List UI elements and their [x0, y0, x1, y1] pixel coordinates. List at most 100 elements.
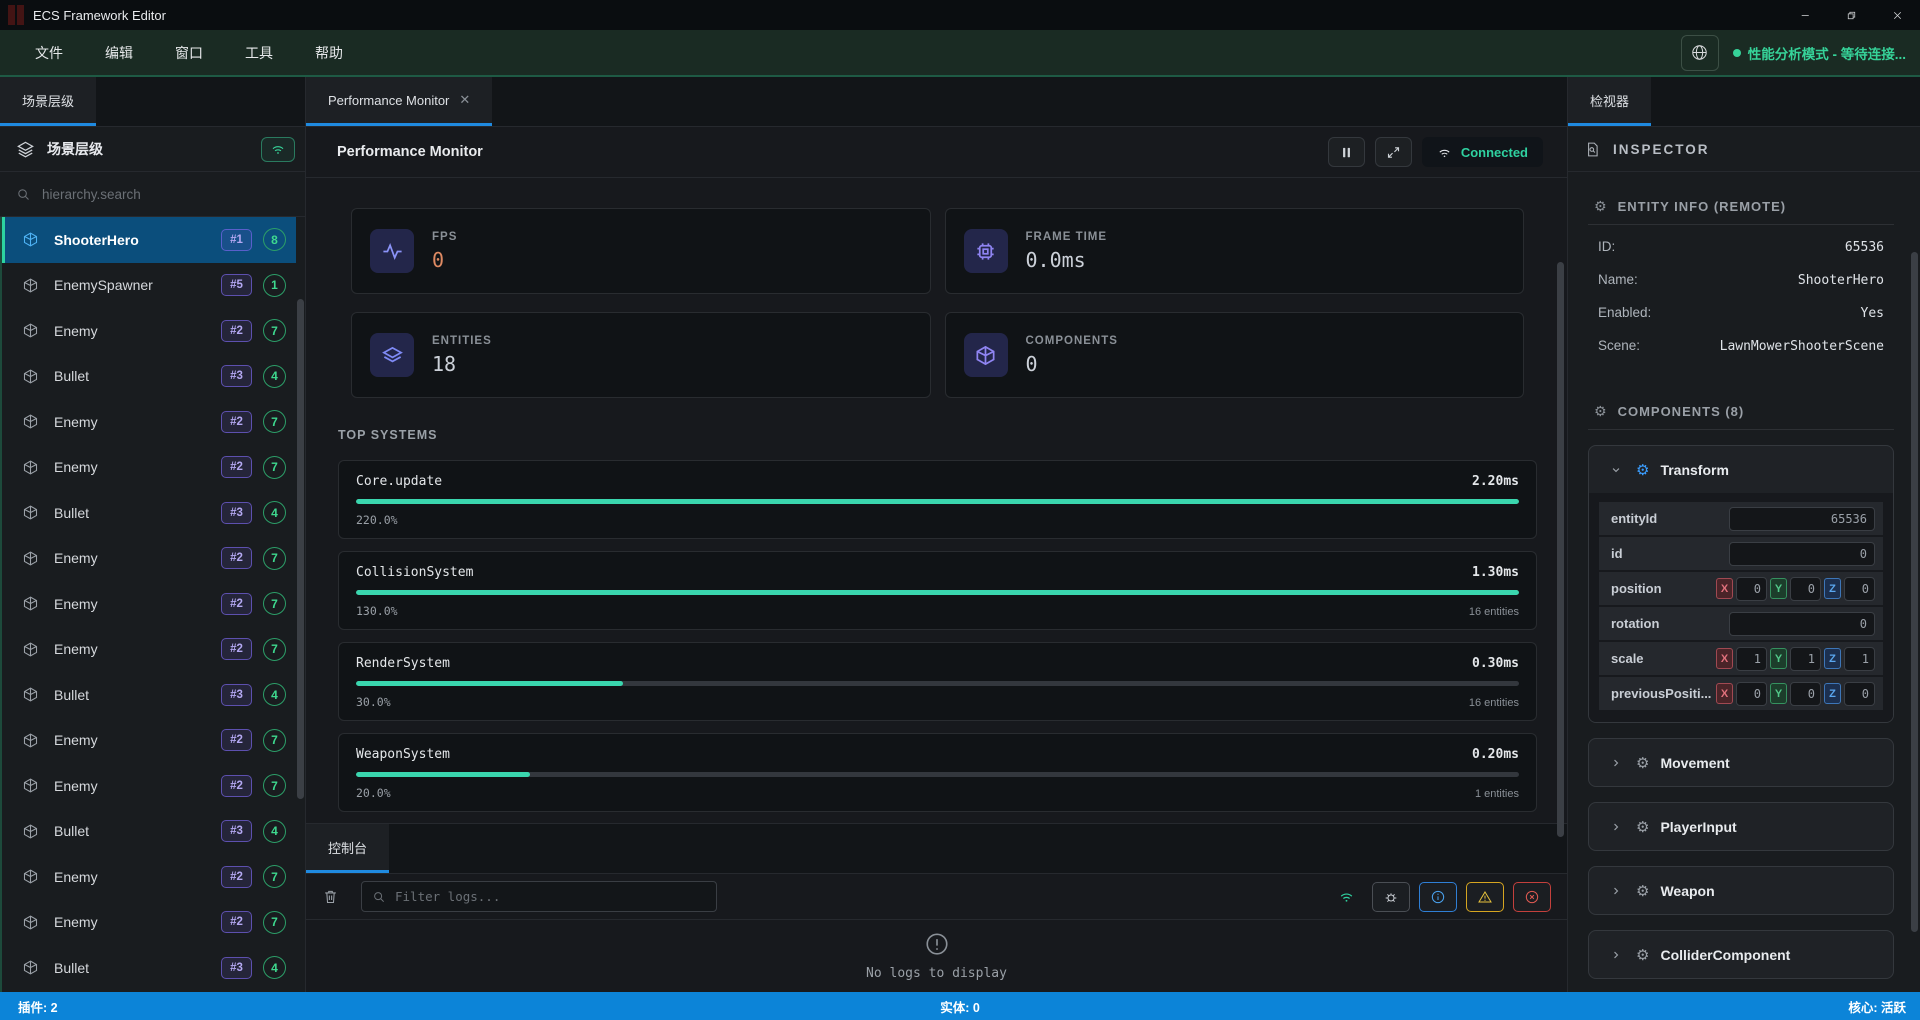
info-filter-button[interactable] — [1419, 882, 1457, 912]
hierarchy-scrollbar[interactable] — [297, 299, 304, 799]
statusbar-entities: 实体: 0 — [940, 997, 980, 1016]
inspector-panel: 检视器 INSPECTOR ⚙ ENTITY INFO (REMOTE) ID:… — [1567, 77, 1920, 992]
performance-monitor-title: Performance Monitor — [337, 144, 483, 160]
log-filter-input[interactable] — [395, 889, 706, 904]
hierarchy-item-enemy[interactable]: Enemy #2 7 — [2, 399, 296, 445]
menu-item-2[interactable]: 窗口 — [154, 43, 224, 63]
globe-button[interactable] — [1681, 35, 1719, 71]
stat-card-entities: ENTITIES 18 — [351, 312, 931, 398]
tab-performance-monitor[interactable]: Performance Monitor ✕ — [306, 77, 492, 126]
hierarchy-item-enemy[interactable]: Enemy #2 7 — [2, 308, 296, 354]
hierarchy-item-enemy[interactable]: Enemy #2 7 — [2, 718, 296, 764]
minimize-button[interactable] — [1782, 0, 1828, 30]
hierarchy-item-bullet[interactable]: Bullet #3 4 — [2, 672, 296, 718]
hierarchy-item-bullet[interactable]: Bullet #3 4 — [2, 945, 296, 991]
search-icon — [16, 187, 31, 202]
gear-icon: ⚙ — [1636, 818, 1649, 836]
chevron-right-icon — [1609, 820, 1623, 834]
connection-status-pill: Connected — [1422, 137, 1543, 167]
axis-z-badge: Z — [1824, 683, 1841, 704]
debug-filter-button[interactable] — [1372, 882, 1410, 912]
property-input[interactable]: 65536 — [1729, 507, 1875, 531]
menu-item-4[interactable]: 帮助 — [294, 43, 364, 63]
axis-x-input[interactable]: 0 — [1736, 682, 1767, 706]
hierarchy-item-shooterhero[interactable]: ShooterHero #1 8 — [2, 217, 296, 263]
chevron-right-icon — [1609, 948, 1623, 962]
hierarchy-item-bullet[interactable]: Bullet #3 4 — [2, 809, 296, 855]
performance-content: FPS 0 FRAME TIME 0.0ms ENTITIES 18 COMPO… — [306, 178, 1567, 823]
menu-items: 文件编辑窗口工具帮助 — [14, 43, 364, 63]
hierarchy-item-enemy[interactable]: Enemy #2 7 — [2, 763, 296, 809]
transform-header[interactable]: ⚙ Transform — [1589, 446, 1893, 493]
hierarchy-item-enemyspawner[interactable]: EnemySpawner #5 1 — [2, 263, 296, 309]
hierarchy-item-enemy[interactable]: Enemy #2 7 — [2, 536, 296, 582]
axis-x-input[interactable]: 0 — [1736, 577, 1767, 601]
clear-logs-button[interactable] — [322, 888, 339, 905]
hierarchy-item-enemy[interactable]: Enemy #2 7 — [2, 581, 296, 627]
inspector-scrollbar[interactable] — [1911, 252, 1918, 932]
archetype-badge: #3 — [221, 365, 252, 387]
expand-icon — [1386, 145, 1401, 160]
archetype-badge: #1 — [221, 229, 252, 251]
monitor-scrollbar[interactable] — [1557, 262, 1564, 837]
menu-item-0[interactable]: 文件 — [14, 43, 84, 63]
axis-y-input[interactable]: 0 — [1790, 682, 1821, 706]
component-header-movement[interactable]: ⚙ Movement — [1589, 739, 1893, 786]
hierarchy-item-bullet[interactable]: Bullet #3 4 — [2, 490, 296, 536]
component-count-badge: 7 — [263, 774, 286, 797]
archetype-badge: #2 — [221, 320, 252, 342]
component-count-badge: 7 — [263, 319, 286, 342]
axis-x-input[interactable]: 1 — [1736, 647, 1767, 671]
archetype-badge: #2 — [221, 638, 252, 660]
axis-y-input[interactable]: 1 — [1790, 647, 1821, 671]
pause-button[interactable] — [1328, 137, 1365, 167]
cube-icon — [22, 322, 39, 339]
axis-x-badge: X — [1716, 578, 1733, 599]
cube-icon — [22, 231, 39, 248]
property-input[interactable]: 0 — [1729, 612, 1875, 636]
hierarchy-item-enemy[interactable]: Enemy #2 7 — [2, 627, 296, 673]
warning-filter-button[interactable] — [1466, 882, 1504, 912]
cube-icon — [974, 344, 997, 367]
axis-z-input[interactable]: 1 — [1844, 647, 1875, 671]
hierarchy-connect-button[interactable] — [261, 137, 295, 162]
stat-card-frame-time: FRAME TIME 0.0ms — [945, 208, 1525, 294]
inspector-title: INSPECTOR — [1613, 142, 1710, 157]
cube-icon — [22, 914, 39, 931]
stat-card-fps: FPS 0 — [351, 208, 931, 294]
hierarchy-item-enemy[interactable]: Enemy #2 7 — [2, 445, 296, 491]
component-count-badge: 7 — [263, 547, 286, 570]
statusbar-core: 核心: 活跃 — [1848, 997, 1906, 1016]
hierarchy-search-input[interactable]: hierarchy.search — [0, 172, 305, 217]
menu-item-3[interactable]: 工具 — [224, 43, 294, 63]
component-count-badge: 1 — [263, 274, 286, 297]
gear-icon: ⚙ — [1636, 946, 1649, 964]
property-input[interactable]: 0 — [1729, 542, 1875, 566]
axis-x-badge: X — [1716, 683, 1733, 704]
hierarchy-item-bullet[interactable]: Bullet #3 4 — [2, 354, 296, 400]
axis-z-badge: Z — [1824, 648, 1841, 669]
expand-button[interactable] — [1375, 137, 1412, 167]
axis-z-input[interactable]: 0 — [1844, 682, 1875, 706]
transform-prop-1: id 0 — [1599, 537, 1883, 570]
archetype-badge: #2 — [221, 547, 252, 569]
system-load-bar — [356, 499, 1519, 504]
component-header-playerinput[interactable]: ⚙ PlayerInput — [1589, 803, 1893, 850]
tab-inspector[interactable]: 检视器 — [1568, 77, 1651, 126]
hierarchy-item-enemy[interactable]: Enemy #2 7 — [2, 854, 296, 900]
close-button[interactable] — [1874, 0, 1920, 30]
maximize-button[interactable] — [1828, 0, 1874, 30]
component-header-collidercomponent[interactable]: ⚙ ColliderComponent — [1589, 931, 1893, 978]
hierarchy-item-enemy[interactable]: Enemy #2 7 — [2, 900, 296, 946]
tab-console[interactable]: 控制台 — [306, 824, 389, 873]
entity-info-section-header: ⚙ ENTITY INFO (REMOTE) — [1588, 188, 1894, 225]
tab-hierarchy[interactable]: 场景层级 — [0, 77, 96, 126]
pause-icon — [1339, 145, 1354, 160]
axis-y-input[interactable]: 0 — [1790, 577, 1821, 601]
axis-z-input[interactable]: 0 — [1844, 577, 1875, 601]
component-header-weapon[interactable]: ⚙ Weapon — [1589, 867, 1893, 914]
error-filter-button[interactable] — [1513, 882, 1551, 912]
tab-close-icon[interactable]: ✕ — [459, 92, 470, 108]
component-count-badge: 4 — [263, 501, 286, 524]
menu-item-1[interactable]: 编辑 — [84, 43, 154, 63]
